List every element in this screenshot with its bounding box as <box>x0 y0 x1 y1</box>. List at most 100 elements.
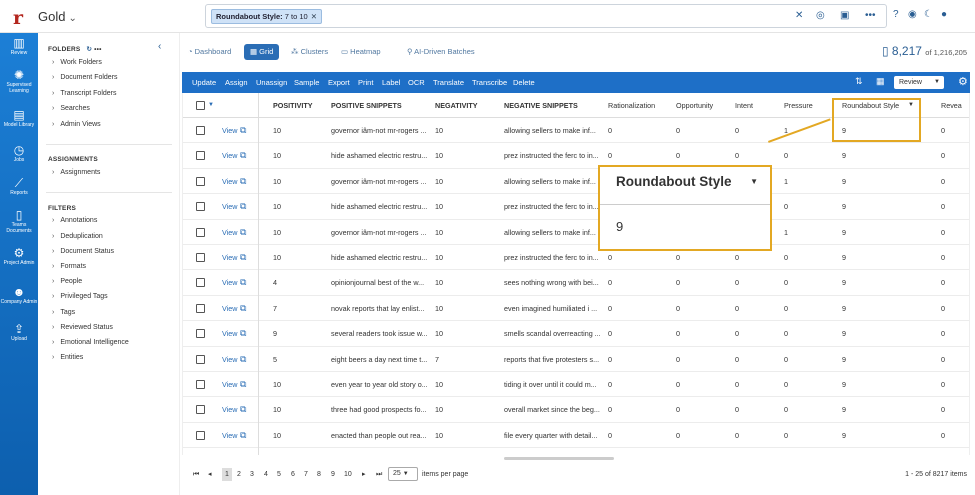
select-all-checkbox[interactable] <box>196 101 205 110</box>
row-checkbox[interactable] <box>196 278 205 288</box>
update-button[interactable]: Update <box>192 72 216 93</box>
assign-button[interactable]: Assign <box>225 72 248 93</box>
sidebar-item-work-folders[interactable]: › Work Folders <box>52 59 102 66</box>
page-number[interactable]: 9 <box>331 468 335 481</box>
collapse-sidebar-icon[interactable]: ‹ <box>158 41 161 52</box>
row-checkbox[interactable] <box>196 405 205 415</box>
view-link[interactable]: View ⧉ <box>222 423 246 448</box>
table-row[interactable]: View ⧉ 7 novak reports that lay enlist... 1… <box>183 296 969 322</box>
row-checkbox[interactable] <box>196 430 205 440</box>
gear-icon[interactable]: ⚙ <box>958 75 968 88</box>
view-link[interactable]: View ⧉ <box>222 296 246 321</box>
nav-upload[interactable]: ⇪ Upload <box>0 323 38 343</box>
caret-down-icon[interactable]: ▼ <box>208 93 214 118</box>
sidebar-item-annotations[interactable]: › Annotations <box>52 217 97 224</box>
page-number[interactable]: 7 <box>304 468 308 481</box>
eye-icon[interactable]: ◉ <box>908 9 917 20</box>
column-header[interactable]: NEGATIVE SNIPPETS <box>504 93 578 118</box>
more-icon[interactable]: ••• <box>865 10 876 21</box>
print-button[interactable]: Print <box>358 72 373 93</box>
table-row[interactable]: View ⧉ 10 governor iâm-not mr-rogers ... 10… <box>183 169 969 195</box>
tab-grid[interactable]: ▦ Grid <box>244 44 280 60</box>
target-icon[interactable]: ◎ <box>816 10 825 21</box>
translate-button[interactable]: Translate <box>433 72 464 93</box>
page-number[interactable]: 3 <box>250 468 254 481</box>
table-row[interactable]: View ⧉ 4 opinionjournal best of the w... 10… <box>183 270 969 296</box>
sidebar-item-document-status[interactable]: › Document Status <box>52 248 114 255</box>
view-link[interactable]: View ⧉ <box>222 169 246 194</box>
search-filter-chip[interactable]: Roundabout Style: 7 to 10 ✕ <box>211 9 322 24</box>
view-link[interactable]: View ⧉ <box>222 372 246 397</box>
close-icon[interactable]: ✕ <box>311 12 317 21</box>
nav-project-admin[interactable]: ⚙ Project Admin <box>0 247 38 267</box>
transcribe-button[interactable]: Transcribe <box>472 72 507 93</box>
sidebar-item-transcript-folders[interactable]: › Transcript Folders <box>52 90 117 97</box>
sidebar-item-people[interactable]: › People <box>52 278 82 285</box>
search-bar[interactable]: Roundabout Style: 7 to 10 ✕ ✕ ◎ ▣ ••• <box>205 4 887 28</box>
tab-ai-driven-batches[interactable]: ⚲ AI-Driven Batches <box>407 44 475 60</box>
first-page-icon[interactable]: ⏮ <box>193 468 199 481</box>
tab-clusters[interactable]: ⁂ Clusters <box>291 44 328 60</box>
caret-down-icon[interactable]: ▼ <box>908 93 914 118</box>
clear-search-icon[interactable]: ✕ <box>795 10 803 21</box>
page-number[interactable]: 5 <box>277 468 281 481</box>
column-header[interactable]: Pressure <box>784 93 813 118</box>
view-link[interactable]: View ⧉ <box>222 143 246 168</box>
help-icon[interactable]: ? <box>893 9 899 20</box>
row-checkbox[interactable] <box>196 151 205 161</box>
column-header[interactable]: Opportunity <box>676 93 713 118</box>
moon-icon[interactable]: ☾ <box>924 9 933 20</box>
tab-heatmap[interactable]: ▭ Heatmap <box>341 44 381 60</box>
page-number[interactable]: 4 <box>264 468 268 481</box>
table-row[interactable]: View ⧉ 10 governor iâm-not mr-rogers ... 10… <box>183 220 969 245</box>
page-number[interactable]: 6 <box>291 468 295 481</box>
view-link[interactable]: View ⧉ <box>222 270 246 295</box>
table-row[interactable]: View ⧉ 10 three had good prospects fo... 10… <box>183 397 969 423</box>
last-page-icon[interactable]: ⏭ <box>376 468 382 481</box>
sidebar-item-emotional-intelligence[interactable]: › Emotional Intelligence <box>52 339 129 346</box>
columns-icon[interactable]: ▦ <box>876 76 885 87</box>
nav-jobs[interactable]: ◷ Jobs <box>0 144 38 164</box>
page-number[interactable]: 2 <box>237 468 241 481</box>
table-row[interactable]: View ⧉ 10 even year to year old story o...… <box>183 372 969 398</box>
delete-button[interactable]: Delete <box>513 72 535 93</box>
app-logo[interactable]: r <box>13 7 23 29</box>
sidebar-item-tags[interactable]: › Tags <box>52 309 75 316</box>
ocr-button[interactable]: OCR <box>408 72 425 93</box>
horizontal-scrollbar[interactable] <box>504 457 614 460</box>
table-row[interactable]: View ⧉ 5 eight beers a day next time t... 7… <box>183 347 969 372</box>
user-icon[interactable]: ● <box>941 9 947 20</box>
nav-teams-documents[interactable]: ▯ Teams Documents <box>0 209 38 234</box>
table-row[interactable]: View ⧉ 10 enacted than people out rea... 10… <box>183 423 969 449</box>
column-header[interactable]: Roundabout Style <box>842 93 899 118</box>
sidebar-item-reviewed-status[interactable]: › Reviewed Status <box>52 324 113 331</box>
project-selector[interactable]: Gold ⌄ <box>38 9 77 24</box>
save-icon[interactable]: ▣ <box>840 10 849 21</box>
column-header[interactable]: POSITIVITY <box>273 93 313 118</box>
sidebar-item-admin-views[interactable]: › Admin Views <box>52 121 101 128</box>
row-checkbox[interactable] <box>196 202 205 212</box>
view-link[interactable]: View ⧉ <box>222 220 246 245</box>
sort-icon[interactable]: ⇅ <box>855 76 863 87</box>
column-header[interactable]: Rationalization <box>608 93 655 118</box>
sidebar-item-privileged-tags[interactable]: › Privileged Tags <box>52 293 108 300</box>
view-link[interactable]: View ⧉ <box>222 347 246 372</box>
sidebar-item-assignments[interactable]: › Assignments <box>52 169 100 176</box>
row-checkbox[interactable] <box>196 176 205 186</box>
view-link[interactable]: View ⧉ <box>222 245 246 270</box>
page-number[interactable]: 1 <box>222 468 232 481</box>
sidebar-item-document-folders[interactable]: › Document Folders <box>52 74 118 81</box>
more-icon[interactable]: ••• <box>94 46 101 53</box>
refresh-icon[interactable]: ↻ <box>86 46 92 53</box>
unassign-button[interactable]: Unassign <box>256 72 287 93</box>
page-number[interactable]: 8 <box>317 468 321 481</box>
table-row[interactable]: View ⧉ 10 governor iâm-not mr-rogers ... 10… <box>183 118 969 144</box>
view-link[interactable]: View ⧉ <box>222 321 246 346</box>
row-checkbox[interactable] <box>196 227 205 237</box>
label-button[interactable]: Label <box>382 72 400 93</box>
table-row[interactable]: View ⧉ 10 hide ashamed electric restru... 1… <box>183 194 969 220</box>
sidebar-item-deduplication[interactable]: › Deduplication <box>52 233 103 240</box>
items-per-page-select[interactable]: 25 ▼ <box>388 467 418 481</box>
view-link[interactable]: View ⧉ <box>222 194 246 219</box>
row-checkbox[interactable] <box>196 126 205 135</box>
